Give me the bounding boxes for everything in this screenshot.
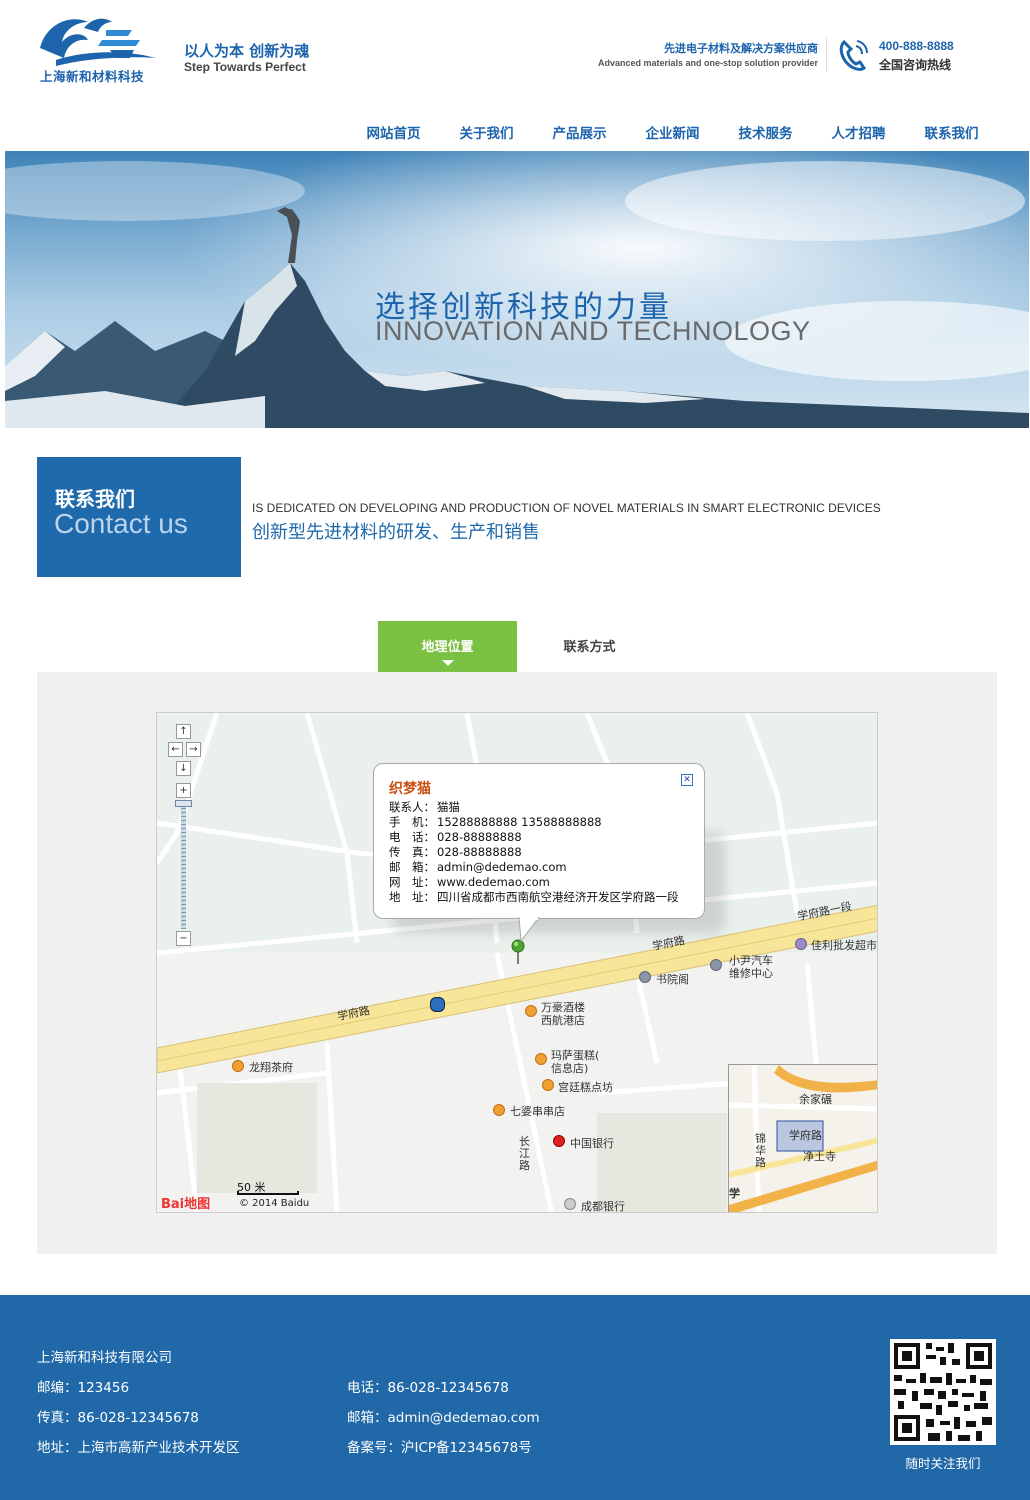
poi-label: 书院阁	[656, 973, 689, 986]
poi-icon[interactable]	[232, 1060, 244, 1072]
banner-title-en: INNOVATION AND TECHNOLOGY	[375, 316, 811, 346]
footer-icp[interactable]: 备案号：沪ICP备12345678号	[347, 1436, 532, 1456]
page: 上海新和材料科技 以人为本 创新为魂 Step Towards Perfect …	[0, 0, 1030, 1500]
poi-label: 信息店)	[551, 1062, 589, 1075]
zoom-slider-handle[interactable]	[175, 800, 192, 807]
info-window-title: 织梦猫	[389, 781, 431, 797]
tab-location[interactable]: 地理位置	[378, 621, 517, 672]
map-scale-bar	[237, 1191, 299, 1195]
nav-news[interactable]: 企业新闻	[626, 122, 719, 142]
overview-label: 学府路	[789, 1129, 822, 1142]
info-row: 电 话： 028-88888888	[389, 830, 522, 844]
poi-label: 中国银行	[570, 1137, 614, 1150]
poi-icon[interactable]	[795, 938, 807, 950]
info-row: 网 址： www.dedemao.com	[389, 875, 550, 889]
bank-icon[interactable]	[564, 1198, 576, 1210]
nav-home[interactable]: 网站首页	[347, 122, 440, 142]
info-window-rows: 联系人： 猫猫 手 机： 15288888888 13588888888 电 话： 0…	[389, 800, 679, 905]
slogan-en: Step Towards Perfect	[184, 60, 306, 74]
info-row: 邮 箱： admin@dedemao.com	[389, 860, 567, 874]
hotline-label: 全国咨询热线	[879, 58, 952, 72]
overview-label: 锦华路	[755, 1132, 766, 1169]
poi-label: 西航港店	[541, 1014, 585, 1027]
pan-right-icon[interactable]: →	[186, 742, 201, 757]
info-window-pointer	[518, 917, 540, 943]
map-overview[interactable]: 余家碾 学府路 锦华路 净土寺 学	[728, 1064, 877, 1212]
bank-icon[interactable]	[553, 1135, 565, 1147]
supplier-tagline-en: Advanced materials and one-stop solution…	[597, 58, 818, 68]
overview-label: 余家碾	[799, 1093, 832, 1106]
qr-label: 随时关注我们	[905, 1456, 981, 1471]
close-icon[interactable]: ✕	[681, 774, 693, 786]
main-nav: 网站首页 关于我们 产品展示 企业新闻 技术服务 人才招聘 联系我们	[347, 122, 998, 142]
poi-label: 宫廷糕点坊	[558, 1081, 613, 1094]
section-title-en: Contact us	[54, 508, 188, 539]
nav-tech-service[interactable]: 技术服务	[719, 122, 812, 142]
hotline-number: 400-888-8888	[879, 39, 954, 53]
supplier-tagline-cn: 先进电子材料及解决方案供应商	[664, 42, 818, 55]
baidu-map[interactable]: 学府路一段 学府路 学府路 长江路 佳利批发超市 小尹汽车 维修中心 书院阁 万…	[156, 712, 878, 1213]
nav-careers[interactable]: 人才招聘	[812, 122, 905, 142]
zoom-out-button[interactable]: −	[176, 931, 191, 946]
map-info-window: 织梦猫 ✕ 联系人： 猫猫 手 机： 15288888888 13588888888…	[373, 763, 705, 919]
footer-email[interactable]: 邮箱：admin@dedemao.com	[347, 1406, 540, 1426]
zoom-in-button[interactable]: +	[176, 783, 191, 798]
baidu-map-logo[interactable]: Bai地图	[161, 1193, 210, 1212]
overview-label: 学	[729, 1187, 740, 1200]
info-row: 联系人： 猫猫	[389, 800, 460, 814]
map-copyright: © 2014 Baidu	[239, 1198, 310, 1209]
footer-company: 上海新和科技有限公司	[37, 1350, 172, 1366]
tab-location-label: 地理位置	[421, 640, 474, 655]
slogan-cn: 以人为本 创新为魂	[184, 42, 310, 60]
info-row: 传 真： 028-88888888	[389, 845, 522, 859]
footer-postcode: 邮编：123456	[37, 1380, 130, 1396]
tab-contact-info[interactable]: 联系方式	[520, 636, 659, 655]
section-title-box: 联系我们 Contact us	[37, 457, 241, 577]
pan-left-icon[interactable]: ←	[168, 742, 183, 757]
pan-up-icon[interactable]: ↑	[176, 724, 191, 739]
poi-label: 龙翔茶府	[249, 1061, 293, 1074]
bus-stop-icon[interactable]	[430, 997, 445, 1012]
zoom-slider[interactable]	[181, 801, 186, 929]
site-header: 上海新和材料科技 以人为本 创新为魂 Step Towards Perfect …	[0, 0, 1030, 150]
site-footer: 上海新和科技有限公司 邮编：123456 传真：86-028-12345678 …	[0, 1295, 1030, 1500]
poi-icon[interactable]	[710, 959, 722, 971]
header-divider	[826, 38, 827, 72]
info-row: 手 机： 15288888888 13588888888	[389, 815, 602, 829]
info-row: 地 址： 四川省成都市西南航空港经济开发区学府路一段	[389, 890, 679, 904]
overview-label: 净土寺	[803, 1150, 836, 1163]
footer-fax: 传真：86-028-12345678	[37, 1410, 199, 1426]
phone-icon	[839, 39, 868, 71]
poi-label: 成都银行	[581, 1200, 625, 1213]
nav-contact[interactable]: 联系我们	[905, 122, 998, 142]
logo-text: 上海新和材料科技	[40, 69, 145, 84]
poi-icon[interactable]	[542, 1079, 554, 1091]
poi-icon[interactable]	[525, 1005, 537, 1017]
poi-icon[interactable]	[639, 971, 651, 983]
section-intro-cn: 创新型先进材料的研发、生产和销售	[252, 522, 540, 543]
caret-down-icon	[442, 660, 454, 666]
qr-code-icon	[890, 1339, 996, 1445]
pan-down-icon[interactable]: ↓	[176, 761, 191, 776]
road-label: 长江路	[519, 1135, 530, 1172]
hero-banner: 选择创新科技的力量 INNOVATION AND TECHNOLOGY	[5, 151, 1029, 428]
poi-label: 七婆串串店	[510, 1105, 565, 1118]
footer-address: 地址：上海市高新产业技术开发区	[37, 1440, 240, 1456]
poi-label: 佳利批发超市	[811, 939, 877, 952]
poi-icon[interactable]	[535, 1053, 547, 1065]
footer-phone: 电话：86-028-12345678	[347, 1380, 509, 1396]
poi-label: 维修中心	[729, 967, 773, 980]
poi-icon[interactable]	[493, 1104, 505, 1116]
nav-about[interactable]: 关于我们	[440, 122, 533, 142]
nav-products[interactable]: 产品展示	[533, 122, 626, 142]
section-intro-en: IS DEDICATED ON DEVELOPING AND PRODUCTIO…	[252, 501, 881, 515]
